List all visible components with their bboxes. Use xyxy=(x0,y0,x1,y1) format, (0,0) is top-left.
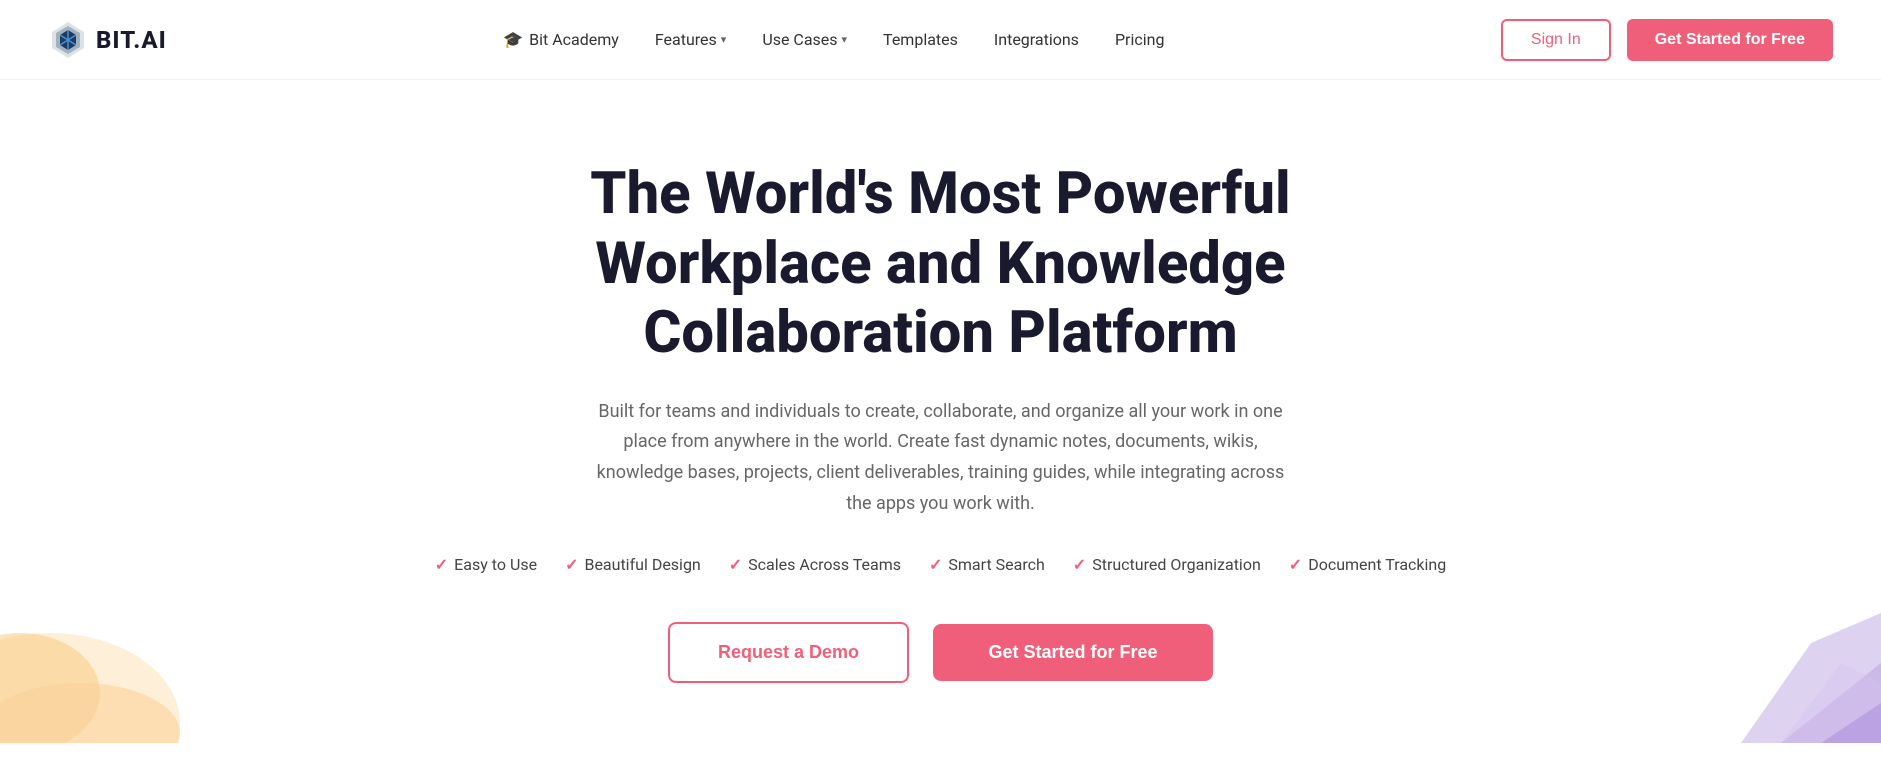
nav-templates[interactable]: Templates xyxy=(883,30,958,49)
nav-links: 🎓 Bit Academy Features ▾ Use Cases ▾ Tem… xyxy=(503,30,1164,49)
feature-label: Structured Organization xyxy=(1092,555,1261,574)
hero-subtitle: Built for teams and individuals to creat… xyxy=(591,397,1291,519)
signin-button[interactable]: Sign In xyxy=(1501,19,1611,61)
features-list: ✓ Easy to Use ✓ Beautiful Design ✓ Scale… xyxy=(435,555,1446,574)
feature-easy-to-use: ✓ Easy to Use xyxy=(435,555,537,574)
feature-smart-search: ✓ Smart Search xyxy=(929,555,1045,574)
nav-integrations[interactable]: Integrations xyxy=(994,30,1079,49)
chevron-down-icon: ▾ xyxy=(721,33,727,46)
get-started-hero-button[interactable]: Get Started for Free xyxy=(933,624,1213,681)
cta-buttons: Request a Demo Get Started for Free xyxy=(668,622,1213,683)
academy-icon: 🎓 xyxy=(503,30,523,49)
logo-text: BIT.AI xyxy=(96,26,167,54)
hero-title: The World's Most Powerful Workplace and … xyxy=(491,160,1391,369)
nav-pricing[interactable]: Pricing xyxy=(1115,30,1165,49)
feature-document-tracking: ✓ Document Tracking xyxy=(1289,555,1446,574)
check-icon: ✓ xyxy=(929,555,942,574)
logo[interactable]: BIT.AI xyxy=(48,20,167,60)
decorative-blob-right xyxy=(1661,563,1881,743)
feature-label: Beautiful Design xyxy=(584,555,700,574)
feature-label: Document Tracking xyxy=(1308,555,1446,574)
hero-section: The World's Most Powerful Workplace and … xyxy=(0,80,1881,743)
feature-scales-across-teams: ✓ Scales Across Teams xyxy=(729,555,901,574)
navbar: BIT.AI 🎓 Bit Academy Features ▾ Use Case… xyxy=(0,0,1881,80)
check-icon: ✓ xyxy=(1073,555,1086,574)
check-icon: ✓ xyxy=(729,555,742,574)
check-icon: ✓ xyxy=(435,555,448,574)
nav-features[interactable]: Features ▾ xyxy=(655,30,726,49)
feature-label: Smart Search xyxy=(948,555,1044,574)
get-started-nav-button[interactable]: Get Started for Free xyxy=(1627,19,1833,61)
nav-academy[interactable]: 🎓 Bit Academy xyxy=(503,30,619,49)
request-demo-button[interactable]: Request a Demo xyxy=(668,622,909,683)
logo-icon xyxy=(48,20,88,60)
check-icon: ✓ xyxy=(1289,555,1302,574)
chevron-down-icon: ▾ xyxy=(842,33,848,46)
decorative-blob-left xyxy=(0,563,200,743)
feature-structured-organization: ✓ Structured Organization xyxy=(1073,555,1261,574)
nav-actions: Sign In Get Started for Free xyxy=(1501,19,1833,61)
feature-label: Easy to Use xyxy=(454,555,537,574)
feature-label: Scales Across Teams xyxy=(748,555,901,574)
nav-use-cases[interactable]: Use Cases ▾ xyxy=(762,30,847,49)
check-icon: ✓ xyxy=(565,555,578,574)
feature-beautiful-design: ✓ Beautiful Design xyxy=(565,555,701,574)
